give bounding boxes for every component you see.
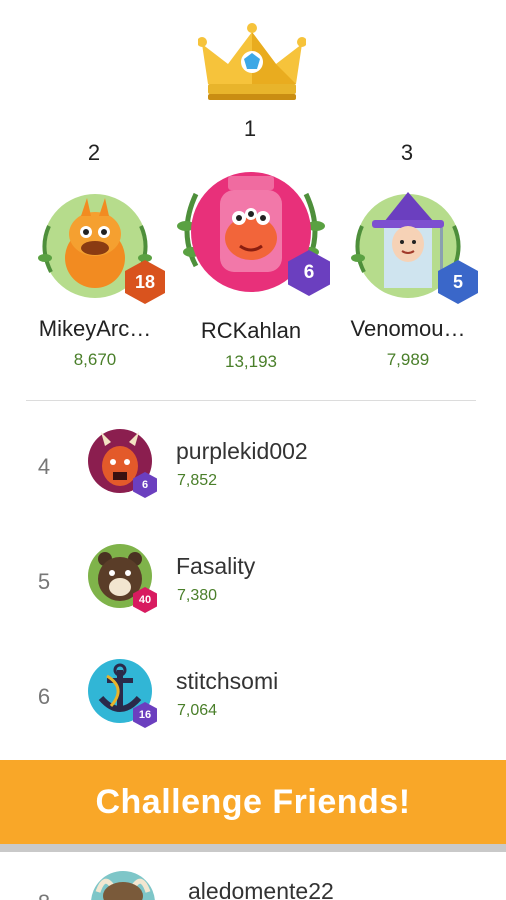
player-name: stitchsomi — [176, 668, 279, 694]
player-score: 8,670 — [73, 350, 117, 369]
list-rank: 4 — [37, 454, 51, 479]
podium-rank-1: 1 — [243, 116, 257, 141]
player-avatar — [91, 871, 155, 900]
list-item[interactable]: 5 40 Fasality 7,380 — [0, 533, 506, 643]
list-item[interactable]: 6 16 stitchsomi 7,064 — [0, 648, 506, 758]
list-rank: 5 — [37, 569, 51, 594]
list-item[interactable]: 4 6 purplekid002 7,852 — [0, 418, 506, 528]
player-name: MikeyArc… — [38, 316, 152, 341]
level-badge-value: 16 — [138, 709, 152, 721]
player-name: Venomou… — [350, 316, 466, 341]
player-name: Fasality — [176, 553, 256, 579]
level-badge-value: 6 — [303, 262, 315, 283]
player-avatar: 40 — [87, 543, 157, 613]
podium-player-3[interactable]: 5 Venomou… 7,989 — [333, 188, 483, 370]
crown-icon — [198, 23, 306, 100]
player-score: 13,193 — [225, 352, 277, 371]
level-badge-value: 18 — [134, 271, 156, 292]
divider — [26, 400, 476, 401]
player-score: 7,380 — [177, 587, 218, 604]
level-badge-value: 40 — [138, 594, 152, 606]
player-score: 7,064 — [177, 702, 218, 719]
player-avatar: 6 — [87, 428, 157, 498]
podium-player-1[interactable]: 6 RCKahlan 13,193 — [176, 166, 330, 372]
list-rank: 6 — [37, 684, 51, 709]
level-badge-value: 5 — [452, 271, 463, 292]
podium-rank-2: 2 — [87, 140, 101, 165]
player-avatar: 16 — [87, 658, 157, 728]
player-name: purplekid002 — [176, 438, 308, 464]
player-score: 7,989 — [386, 350, 430, 369]
podium-player-2[interactable]: 18 MikeyArc… 8,670 — [20, 188, 170, 370]
player-name: aledomente22 — [188, 878, 334, 900]
player-name: RCKahlan — [200, 318, 302, 343]
player-score: 7,852 — [177, 472, 218, 489]
button-shadow — [0, 844, 506, 852]
list-item[interactable]: 8 aledomente22 — [0, 852, 506, 900]
level-badge-value: 6 — [141, 479, 149, 491]
list-rank: 8 — [32, 890, 56, 900]
challenge-friends-label: Challenge Friends! — [95, 782, 411, 821]
podium-rank-3: 3 — [400, 140, 414, 165]
challenge-friends-button[interactable]: Challenge Friends! — [0, 760, 506, 844]
